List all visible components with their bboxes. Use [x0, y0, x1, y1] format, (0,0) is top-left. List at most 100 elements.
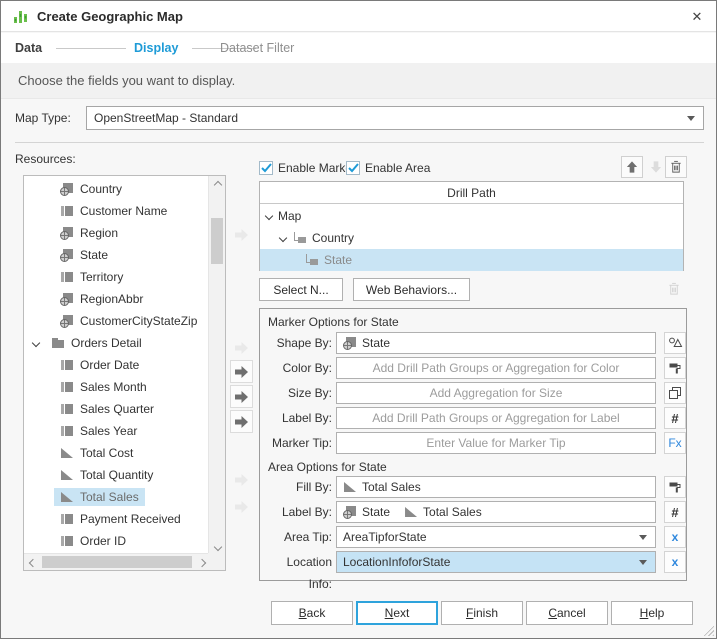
help-button[interactable]: Help — [611, 601, 693, 625]
resource-item-region[interactable]: Region — [24, 222, 208, 244]
resource-item-order-id[interactable]: Order ID — [24, 530, 208, 552]
marker-label-by-field[interactable]: Add Drill Path Groups or Aggregation for… — [336, 407, 656, 429]
resource-item-country[interactable]: Country — [24, 178, 208, 200]
measure-icon — [343, 480, 357, 494]
size-squares-icon[interactable] — [664, 382, 686, 404]
geo-column-icon — [343, 336, 357, 350]
measure-icon — [60, 446, 74, 460]
geo-column-icon — [60, 314, 74, 328]
shape-by-label: Shape By: — [260, 332, 332, 354]
horizontal-scroll-thumb[interactable] — [42, 556, 192, 568]
drill-node-country[interactable]: Country — [260, 227, 683, 249]
clear-x-icon[interactable]: x — [664, 551, 686, 573]
area-label-by-label: Label By: — [260, 501, 332, 523]
resource-item-total-quantity[interactable]: Total Quantity — [24, 464, 208, 486]
area-label-by-field[interactable]: State Total Sales — [336, 501, 656, 523]
map-type-label: Map Type: — [15, 106, 71, 130]
location-info-dropdown[interactable]: LocationInfoforState — [336, 551, 656, 573]
move-right-icon[interactable] — [230, 410, 253, 433]
folder-icon — [51, 336, 65, 350]
resource-item-payment-received[interactable]: Payment Received — [24, 508, 208, 530]
enable-area-label: Enable Area — [365, 158, 430, 178]
cancel-button[interactable]: Cancel — [526, 601, 608, 625]
chevron-down-icon[interactable] — [265, 212, 273, 220]
resource-folder-orders-detail[interactable]: Orders Detail — [24, 332, 208, 354]
number-format-icon[interactable]: # — [664, 407, 686, 429]
paint-roller-icon[interactable] — [664, 476, 686, 498]
paint-roller-icon[interactable] — [664, 357, 686, 379]
geo-column-icon — [343, 505, 357, 519]
resource-item-order-date[interactable]: Order Date — [24, 354, 208, 376]
move-right-icon[interactable] — [230, 385, 253, 408]
step-data[interactable]: Data — [15, 33, 42, 63]
field-chip: State — [343, 505, 390, 519]
formula-fx-icon[interactable]: Fx — [664, 432, 686, 454]
chevron-down-icon[interactable] — [32, 339, 40, 347]
enable-area-checkbox[interactable] — [346, 161, 360, 175]
resource-item-customer-name[interactable]: Customer Name — [24, 200, 208, 222]
resize-grip[interactable] — [701, 623, 714, 636]
resource-item-total-cost[interactable]: Total Cost — [24, 442, 208, 464]
window-title: Create Geographic Map — [37, 1, 183, 32]
move-right-icon[interactable] — [230, 360, 253, 383]
resource-item-state[interactable]: State — [24, 244, 208, 266]
resource-item-territory[interactable]: Territory — [24, 266, 208, 288]
resource-item-total-sales[interactable]: Total Sales — [24, 486, 208, 508]
area-tip-dropdown[interactable]: AreaTipforState — [336, 526, 656, 548]
create-geographic-map-dialog: Create Geographic Map ✕ Data Display Dat… — [0, 0, 717, 639]
area-options-title: Area Options for State — [268, 459, 387, 475]
color-by-field[interactable]: Add Drill Path Groups or Aggregation for… — [336, 357, 656, 379]
resource-item-sales-month[interactable]: Sales Month — [24, 376, 208, 398]
fill-by-label: Fill By: — [260, 476, 332, 498]
scrollbar-corner — [208, 553, 225, 570]
field-chip: Total Sales — [343, 480, 421, 494]
resource-item-sales-quarter[interactable]: Sales Quarter — [24, 398, 208, 420]
page-subtitle: Choose the fields you want to display. — [1, 63, 716, 99]
finish-button[interactable]: Finish — [441, 601, 523, 625]
clear-x-icon[interactable]: x — [664, 526, 686, 548]
horizontal-scrollbar[interactable] — [24, 553, 210, 570]
column-icon — [60, 424, 74, 438]
drill-path-header: Drill Path — [260, 182, 683, 204]
color-by-label: Color By: — [260, 357, 332, 379]
number-format-icon[interactable]: # — [664, 501, 686, 523]
move-right-icon-disabled — [230, 495, 253, 518]
size-by-field[interactable]: Add Aggregation for Size — [336, 382, 656, 404]
location-info-label: Location Info: — [260, 551, 332, 595]
web-behaviors-button[interactable]: Web Behaviors... — [353, 278, 470, 301]
move-up-icon[interactable] — [621, 156, 643, 178]
color-by-placeholder: Add Drill Path Groups or Aggregation for… — [373, 361, 620, 375]
geo-column-icon — [60, 182, 74, 196]
select-n-button[interactable]: Select N... — [259, 278, 343, 301]
vertical-scroll-thumb[interactable] — [211, 218, 223, 264]
delete-trash-icon[interactable] — [665, 156, 687, 178]
enable-marker-label: Enable Marker — [278, 158, 356, 178]
column-icon — [60, 534, 74, 548]
shape-by-field[interactable]: State — [336, 332, 656, 354]
drill-node-state[interactable]: State — [260, 249, 683, 271]
drill-node-map[interactable]: Map — [260, 205, 683, 227]
vertical-scrollbar[interactable] — [208, 176, 225, 555]
scroll-left-icon[interactable] — [24, 554, 41, 571]
next-button[interactable]: Next — [356, 601, 438, 625]
enable-marker-checkbox[interactable] — [259, 161, 273, 175]
move-right-icon-disabled — [230, 336, 253, 359]
close-icon[interactable]: ✕ — [689, 9, 705, 25]
step-display[interactable]: Display — [134, 33, 178, 63]
step-dataset-filter[interactable]: Dataset Filter — [220, 33, 294, 63]
map-type-select[interactable]: OpenStreetMap - Standard — [86, 106, 704, 130]
back-button[interactable]: Back — [271, 601, 353, 625]
shape-style-icon[interactable] — [664, 332, 686, 354]
resource-item-customercitystatezip[interactable]: CustomerCityStateZip — [24, 310, 208, 332]
resource-item-sales-year[interactable]: Sales Year — [24, 420, 208, 442]
marker-tip-label: Marker Tip: — [260, 432, 332, 454]
fill-by-field[interactable]: Total Sales — [336, 476, 656, 498]
column-icon — [60, 402, 74, 416]
resources-tree: Country Customer Name Region State Terri… — [23, 175, 226, 571]
resource-item-regionabbr[interactable]: RegionAbbr — [24, 288, 208, 310]
app-chart-icon — [13, 9, 29, 25]
hierarchy-icon — [304, 253, 318, 267]
marker-tip-field[interactable]: Enter Value for Marker Tip — [336, 432, 656, 454]
chevron-down-icon[interactable] — [279, 234, 287, 242]
scroll-up-icon[interactable] — [209, 176, 226, 193]
